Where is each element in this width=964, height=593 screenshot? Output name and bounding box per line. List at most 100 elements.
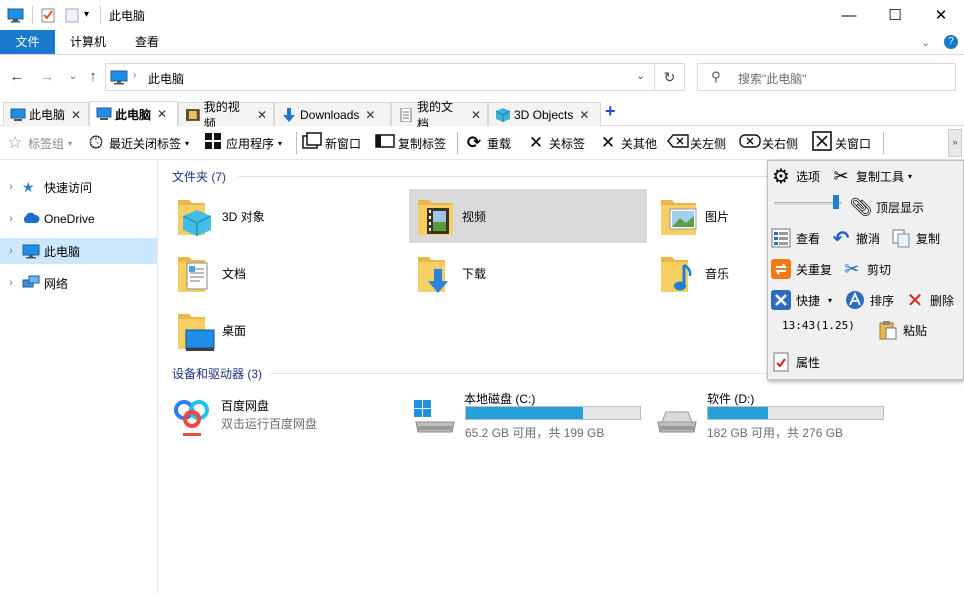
- refresh-button[interactable]: ↻: [654, 63, 685, 91]
- breadcrumb-chevron-icon[interactable]: ›: [133, 70, 136, 81]
- up-icon[interactable]: ↑: [84, 68, 102, 86]
- close-tab-icon[interactable]: ✕: [71, 108, 81, 122]
- forward-icon[interactable]: →: [38, 68, 56, 86]
- tag-group-button[interactable]: ☆ 标签组 ▾: [5, 131, 72, 155]
- star-icon: ★: [22, 179, 35, 195]
- folder-tab-active[interactable]: 此电脑 ✕: [89, 101, 178, 126]
- folder-item[interactable]: 桌面: [169, 303, 407, 357]
- toolbar-overflow-button[interactable]: »: [948, 129, 962, 157]
- sidebar-item-label: 此电脑: [44, 244, 81, 259]
- close-right-button[interactable]: 关右侧: [739, 131, 798, 155]
- apps-button[interactable]: 应用程序 ▾: [203, 131, 282, 155]
- close-tab-icon[interactable]: ✕: [257, 108, 267, 122]
- copy-button[interactable]: 复制: [890, 226, 940, 250]
- reload-button[interactable]: ⟳ 重载: [464, 131, 511, 155]
- folder-name: 音乐: [705, 266, 730, 281]
- tab-view[interactable]: 查看: [122, 30, 172, 54]
- sidebar-item-network[interactable]: › 网络: [0, 270, 157, 296]
- folder-tab[interactable]: 3D Objects ✕: [488, 102, 601, 126]
- folder-item[interactable]: 图片: [652, 189, 767, 243]
- button-label: 重载: [487, 136, 512, 151]
- close-tab-icon[interactable]: ✕: [471, 108, 481, 122]
- drive-usage-bar: [465, 406, 641, 420]
- window-title: 此电脑: [109, 9, 146, 23]
- back-icon[interactable]: ←: [8, 68, 26, 86]
- device-item[interactable]: 百度网盘 双击运行百度网盘: [169, 386, 399, 440]
- close-duplicates-button[interactable]: 关重复: [770, 257, 832, 281]
- properties-icon[interactable]: [40, 7, 56, 23]
- folder-item[interactable]: 3D 对象: [169, 189, 407, 243]
- close-window-button[interactable]: 关窗口: [812, 130, 871, 155]
- button-label: 复制: [916, 231, 941, 246]
- slider-thumb[interactable]: [833, 195, 839, 209]
- folder-item-selected[interactable]: 视频: [409, 189, 647, 243]
- customize-quick-access-icon[interactable]: ▾: [84, 7, 100, 23]
- sidebar-item-label: 快速访问: [44, 180, 93, 195]
- drive-icon: [654, 398, 700, 434]
- expand-chevron-icon[interactable]: ›: [0, 213, 22, 225]
- repeat-icon: [770, 258, 792, 280]
- sort-button[interactable]: 排序: [844, 288, 894, 312]
- recent-locations-icon[interactable]: ⌄: [64, 68, 82, 86]
- copy-tab-button[interactable]: 复制标签: [375, 131, 446, 155]
- sidebar-item-this-pc[interactable]: › 此电脑: [0, 238, 157, 264]
- view-button[interactable]: 查看: [770, 226, 820, 250]
- folder-tab[interactable]: 我的文档 ✕: [391, 100, 488, 131]
- properties-button[interactable]: 属性: [770, 350, 820, 374]
- delete-button[interactable]: ✕ 删除: [904, 288, 954, 312]
- close-tab-button[interactable]: ✕ 关标签: [526, 131, 585, 155]
- undo-button[interactable]: ↶ 撤消: [830, 226, 880, 250]
- sidebar-item-quick-access[interactable]: › ★ 快速访问: [0, 174, 157, 200]
- options-button[interactable]: ⚙ 选项: [770, 164, 820, 188]
- folders-group-header[interactable]: 文件夹 (7): [172, 168, 226, 185]
- expand-ribbon-icon[interactable]: ⌄: [921, 36, 930, 49]
- folder-tab[interactable]: 我的视频 ✕: [178, 100, 274, 131]
- cut-button[interactable]: ✂ 剪切: [841, 257, 891, 281]
- new-folder-icon[interactable]: [64, 7, 80, 23]
- opacity-slider[interactable]: [774, 195, 842, 209]
- breadcrumb[interactable]: 此电脑: [148, 70, 184, 87]
- expand-chevron-icon[interactable]: ›: [0, 181, 22, 193]
- maximize-button[interactable]: ☐: [872, 0, 918, 30]
- close-left-button[interactable]: 关左侧: [667, 131, 726, 155]
- expand-chevron-icon[interactable]: ›: [0, 277, 22, 289]
- recent-closed-button[interactable]: 🕓︎ 最近关闭标签 ▾: [86, 131, 189, 155]
- folder-tab[interactable]: 此电脑 ✕: [3, 102, 89, 126]
- drive-item-d[interactable]: 软件 (D:) 182 GB 可用，共 276 GB: [652, 386, 892, 440]
- close-tab-icon[interactable]: ✕: [365, 108, 375, 122]
- search-input[interactable]: ⚲ 搜索"此电脑": [697, 63, 956, 91]
- folder-item[interactable]: 文档: [169, 246, 407, 300]
- devices-group-header[interactable]: 设备和驱动器 (3): [172, 365, 262, 382]
- button-label: 删除: [930, 293, 955, 308]
- cloud-icon: [22, 211, 40, 227]
- minimize-button[interactable]: —: [826, 0, 872, 30]
- folder-item[interactable]: 下载: [409, 246, 647, 300]
- expand-chevron-icon[interactable]: ›: [0, 245, 22, 257]
- view-grid-icon: [770, 227, 792, 249]
- button-label: 撤消: [856, 231, 881, 246]
- address-bar[interactable]: › 此电脑 ⌄: [105, 63, 655, 91]
- shortcut-button[interactable]: 快捷 ▾: [770, 288, 832, 312]
- address-dropdown-icon[interactable]: ⌄: [636, 69, 645, 82]
- close-tab-icon[interactable]: ✕: [157, 107, 167, 121]
- topmost-button[interactable]: 📎︎ 顶层显示: [850, 195, 924, 219]
- device-subtitle: 双击运行百度网盘: [221, 417, 318, 431]
- button-label: 应用程序: [226, 136, 275, 151]
- group-divider: [238, 176, 768, 177]
- close-tab-icon[interactable]: ✕: [579, 108, 589, 122]
- tab-file[interactable]: 文件: [0, 30, 55, 54]
- drive-item-c[interactable]: 本地磁盘 (C:) 65.2 GB 可用，共 199 GB: [410, 386, 650, 440]
- sidebar-item-onedrive[interactable]: › OneDrive: [0, 206, 157, 232]
- button-label: 新窗口: [325, 136, 362, 151]
- folder-tab[interactable]: Downloads ✕: [274, 102, 391, 126]
- copy-tool-button[interactable]: ✂ 复制工具 ▾: [830, 164, 912, 188]
- close-others-button[interactable]: ✕ 关其他: [598, 131, 657, 155]
- folder-item[interactable]: 音乐: [652, 246, 767, 300]
- paste-button[interactable]: 粘贴: [877, 318, 927, 342]
- new-window-button[interactable]: 新窗口: [302, 131, 361, 155]
- help-icon[interactable]: ?: [944, 35, 958, 49]
- add-tab-button[interactable]: +: [605, 101, 616, 122]
- toolbar-separator: [883, 132, 884, 154]
- close-button[interactable]: ✕: [918, 0, 964, 30]
- tab-computer[interactable]: 计算机: [57, 30, 119, 54]
